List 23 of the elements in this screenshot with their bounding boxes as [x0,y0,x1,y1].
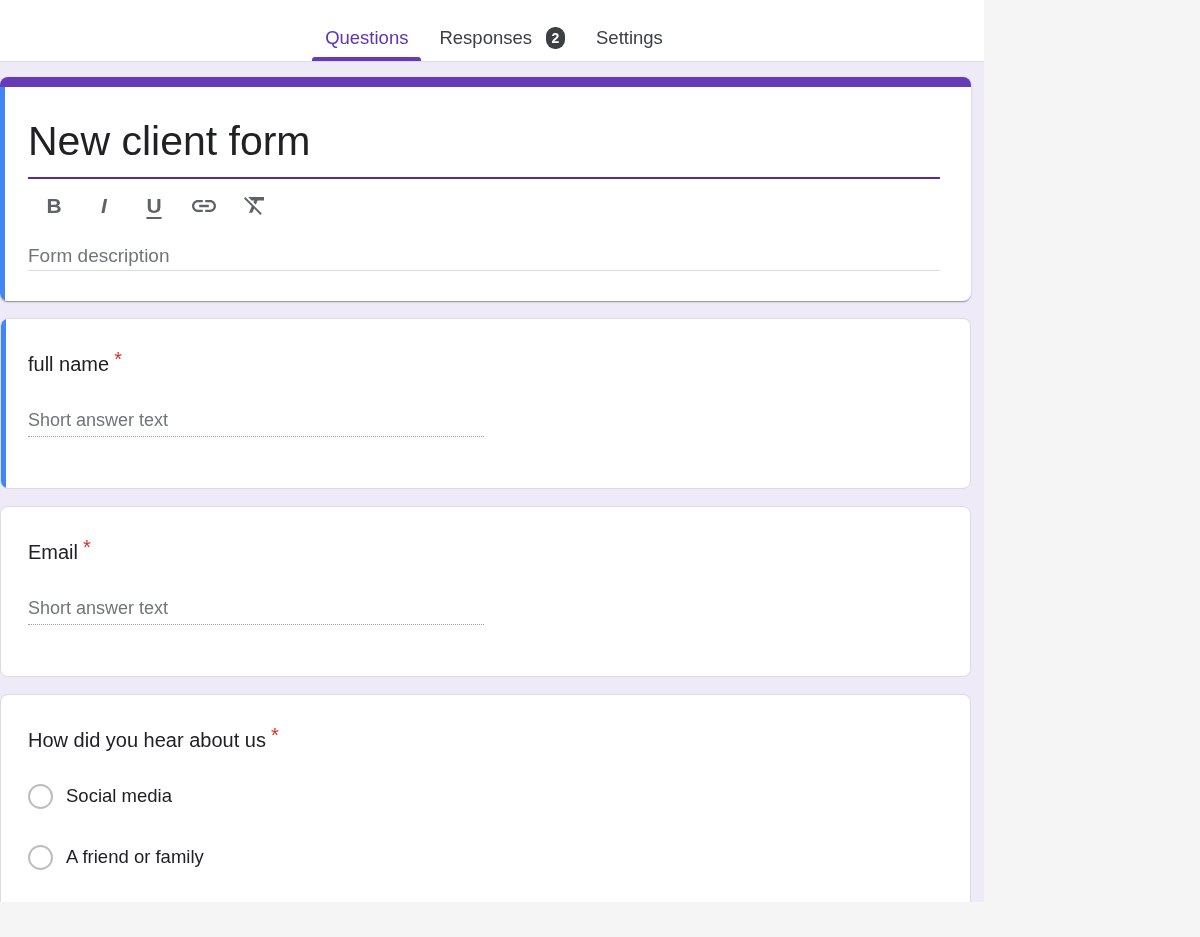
bold-button[interactable]: B [34,186,74,226]
required-asterisk: * [270,724,279,746]
required-asterisk: * [114,348,122,370]
tab[interactable]: Settings [583,0,676,61]
answer-field[interactable]: Short answer text [28,405,484,437]
radio-button[interactable] [28,783,53,809]
radio-button[interactable] [28,844,53,870]
question-title: How did you hear about us [28,729,266,751]
link-icon [192,200,216,212]
italic-button[interactable]: I [84,186,124,226]
tab[interactable]: Responses 2 [426,0,578,61]
underline-button[interactable]: U [134,186,174,226]
tab[interactable]: Questions [312,0,422,61]
clear-format-icon [244,197,264,215]
option-label: A friend or family [66,846,204,868]
description-field[interactable]: Form description [28,241,940,271]
option-label: Social media [66,785,172,807]
answer-field[interactable]: Short answer text [28,593,484,625]
count-badge: 2 [546,26,565,49]
form-title-field[interactable]: New client form [28,117,940,179]
question-title: full name [28,353,110,375]
required-asterisk: * [83,536,91,558]
question-title: Email [28,541,78,563]
